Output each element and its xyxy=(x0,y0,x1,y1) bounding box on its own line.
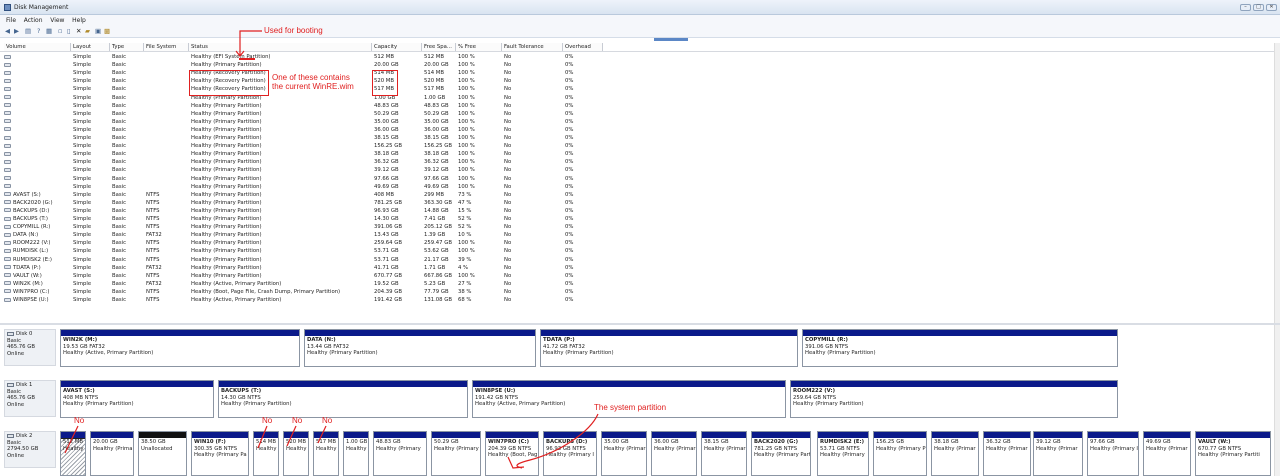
system-arrow xyxy=(516,413,599,469)
annotation-winre-line2: the current WinRE.wim xyxy=(272,82,354,91)
no-arrow-2 xyxy=(257,425,268,449)
annotation-no-4: No xyxy=(322,416,333,425)
annotation-no-2: No xyxy=(262,416,273,425)
annotation-no-1: No xyxy=(74,416,85,425)
no-arrow-4 xyxy=(317,425,327,444)
annotation-system-partition: The system partition xyxy=(594,403,667,412)
no-arrow-1 xyxy=(64,425,79,454)
annotation-no-3: No xyxy=(292,416,303,425)
annotation-winre-line1: One of these contains xyxy=(272,73,350,82)
annotation-booting: Used for booting xyxy=(264,26,323,35)
no-arrow-3 xyxy=(286,425,297,447)
